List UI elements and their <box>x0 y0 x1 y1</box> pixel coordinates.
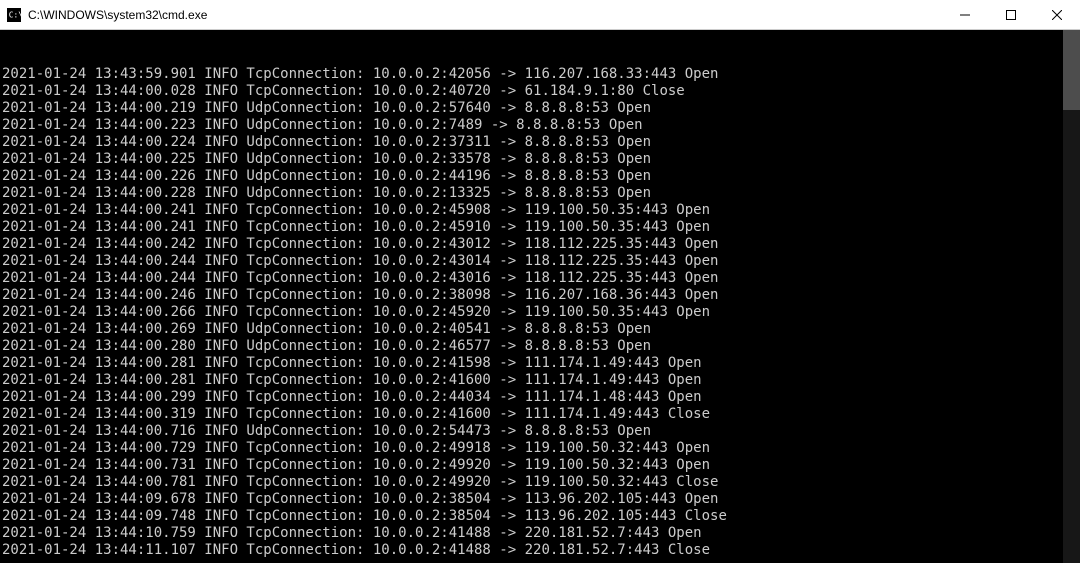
log-line: 2021-01-24 13:44:00.223 INFO UdpConnecti… <box>0 117 1063 134</box>
window-controls <box>942 0 1080 29</box>
minimize-button[interactable] <box>942 0 988 30</box>
log-line: 2021-01-24 13:44:00.246 INFO TcpConnecti… <box>0 287 1063 304</box>
log-line: 2021-01-24 13:44:09.678 INFO TcpConnecti… <box>0 491 1063 508</box>
log-line: 2021-01-24 13:44:00.241 INFO TcpConnecti… <box>0 219 1063 236</box>
log-line: 2021-01-24 13:44:00.224 INFO UdpConnecti… <box>0 134 1063 151</box>
window-title: C:\WINDOWS\system32\cmd.exe <box>28 8 207 22</box>
scrollbar-track[interactable] <box>1063 30 1080 563</box>
log-line: 2021-01-24 13:44:00.729 INFO TcpConnecti… <box>0 440 1063 457</box>
cmd-icon: C:\ <box>6 7 22 23</box>
log-line: 2021-01-24 13:44:10.759 INFO TcpConnecti… <box>0 525 1063 542</box>
terminal-output[interactable]: 2021-01-24 13:43:59.901 INFO TcpConnecti… <box>0 30 1080 563</box>
log-line: 2021-01-24 13:44:00.280 INFO UdpConnecti… <box>0 338 1063 355</box>
log-line: 2021-01-24 13:44:00.266 INFO TcpConnecti… <box>0 304 1063 321</box>
log-line: 2021-01-24 13:44:00.228 INFO UdpConnecti… <box>0 185 1063 202</box>
log-line: 2021-01-24 13:44:00.242 INFO TcpConnecti… <box>0 236 1063 253</box>
log-line: 2021-01-24 13:44:00.244 INFO TcpConnecti… <box>0 270 1063 287</box>
log-line: 2021-01-24 13:44:00.244 INFO TcpConnecti… <box>0 253 1063 270</box>
log-line: 2021-01-24 13:44:00.731 INFO TcpConnecti… <box>0 457 1063 474</box>
close-button[interactable] <box>1034 0 1080 30</box>
log-line: 2021-01-24 13:44:00.299 INFO TcpConnecti… <box>0 389 1063 406</box>
log-line: 2021-01-24 13:44:00.225 INFO UdpConnecti… <box>0 151 1063 168</box>
log-line: 2021-01-24 13:44:11.107 INFO TcpConnecti… <box>0 542 1063 559</box>
log-line: 2021-01-24 13:44:00.219 INFO UdpConnecti… <box>0 100 1063 117</box>
log-line: 2021-01-24 13:44:00.716 INFO UdpConnecti… <box>0 423 1063 440</box>
scrollbar-thumb[interactable] <box>1063 30 1080 110</box>
log-line: 2021-01-24 13:44:00.781 INFO TcpConnecti… <box>0 474 1063 491</box>
log-line: 2021-01-24 13:44:00.226 INFO UdpConnecti… <box>0 168 1063 185</box>
log-line: 2021-01-24 13:44:00.281 INFO TcpConnecti… <box>0 372 1063 389</box>
title-left: C:\ C:\WINDOWS\system32\cmd.exe <box>0 0 207 29</box>
log-line: 2021-01-24 13:44:00.241 INFO TcpConnecti… <box>0 202 1063 219</box>
log-line: 2021-01-24 13:44:09.748 INFO TcpConnecti… <box>0 508 1063 525</box>
log-line: 2021-01-24 13:44:00.281 INFO TcpConnecti… <box>0 355 1063 372</box>
log-line: 2021-01-24 13:44:00.269 INFO UdpConnecti… <box>0 321 1063 338</box>
svg-text:C:\: C:\ <box>9 10 21 19</box>
title-bar: C:\ C:\WINDOWS\system32\cmd.exe <box>0 0 1080 30</box>
log-line: 2021-01-24 13:44:00.028 INFO TcpConnecti… <box>0 83 1063 100</box>
log-line: 2021-01-24 13:44:00.319 INFO TcpConnecti… <box>0 406 1063 423</box>
maximize-button[interactable] <box>988 0 1034 30</box>
log-line: 2021-01-24 13:43:59.901 INFO TcpConnecti… <box>0 66 1063 83</box>
